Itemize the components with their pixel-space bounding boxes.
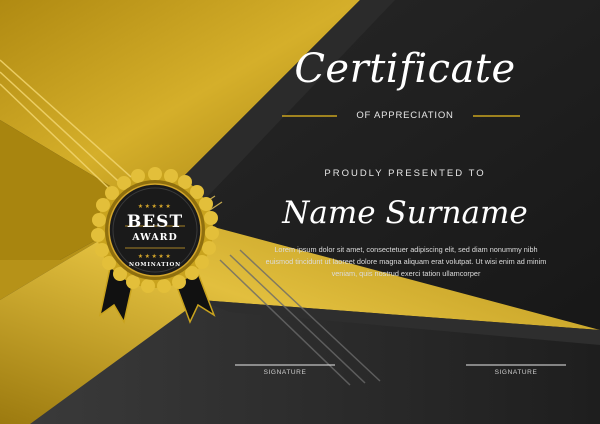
recipient-name: Name Surname	[282, 195, 528, 231]
certificate-body-text: Lorem ipsum dolor sit amet, consectetuer…	[265, 245, 547, 278]
certificate: Certificate OF APPRECIATION PROUDLY PRES…	[0, 0, 600, 424]
badge-award-text: AWARD	[132, 232, 178, 243]
presented-to-label: PROUDLY PRESENTED TO	[324, 168, 486, 179]
badge-nomination-text: NOMINATION	[129, 262, 181, 268]
certificate-subtitle: OF APPRECIATION	[356, 110, 454, 121]
badge-best-text: BEST	[126, 212, 184, 232]
certificate-title: Certificate	[294, 46, 516, 92]
signature-right-label: SIGNATURE	[494, 369, 538, 376]
signature-left-label: SIGNATURE	[263, 369, 307, 376]
badge-stars-top: ★★★★★	[137, 203, 173, 210]
badge-stars-bottom: ★★★★★	[137, 253, 173, 260]
